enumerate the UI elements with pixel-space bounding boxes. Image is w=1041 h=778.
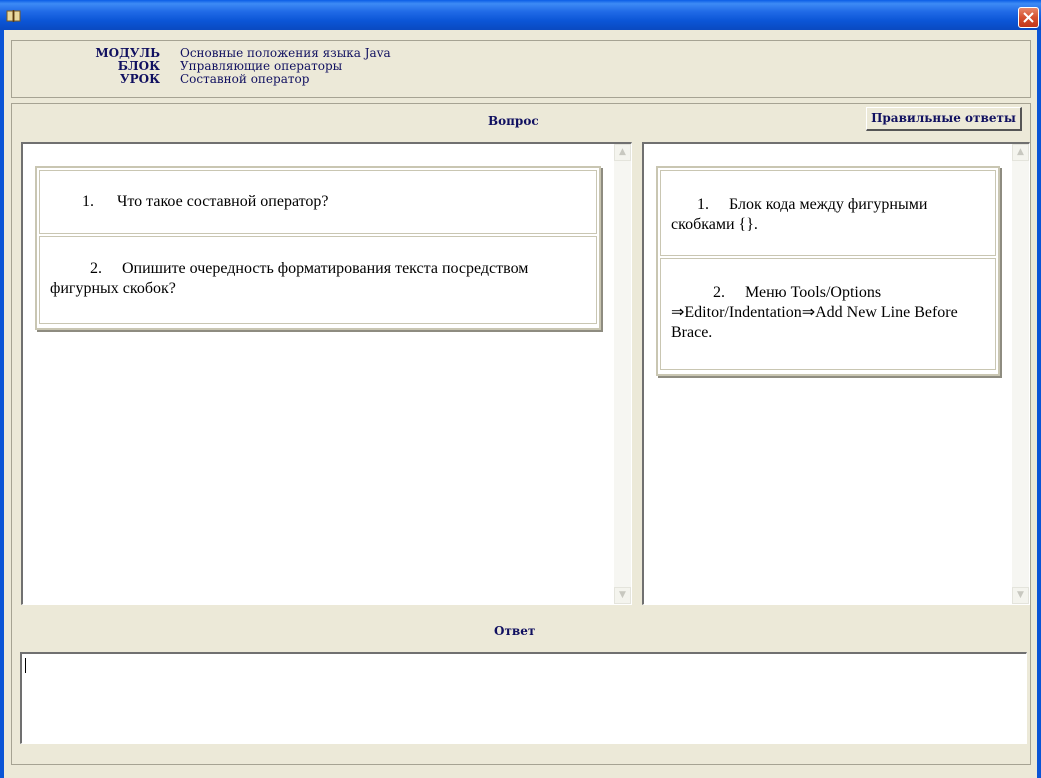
questions-scrollbar[interactable]: ▲ ▼ xyxy=(614,144,631,604)
question-number: 2. xyxy=(90,260,102,277)
answer-title: Ответ xyxy=(494,624,536,638)
question-text: Что такое составной оператор? xyxy=(117,193,329,210)
question-item: 1. Что такое составной оператор? xyxy=(39,170,597,234)
scroll-down-icon[interactable]: ▼ xyxy=(614,587,631,604)
question-text: Опишите очередность форматирования текст… xyxy=(50,260,529,297)
right-answers-button[interactable]: Правильные ответы xyxy=(866,107,1022,131)
text-caret xyxy=(25,658,26,673)
header-labels: МОДУЛЬ БЛОК УРОК xyxy=(82,47,160,86)
answers-scrollbar[interactable]: ▲ ▼ xyxy=(1012,144,1029,604)
answer-text: Блок кода между фигурными скобками {}. xyxy=(671,196,928,233)
book-icon xyxy=(6,8,22,22)
scroll-up-icon[interactable]: ▲ xyxy=(1012,144,1029,161)
question-title: Вопрос xyxy=(488,114,539,128)
lesson-header: МОДУЛЬ БЛОК УРОК Основные положения язык… xyxy=(11,40,1031,98)
lesson-value: Составной оператор xyxy=(180,72,310,86)
scroll-up-icon[interactable]: ▲ xyxy=(614,144,631,161)
answer-input[interactable] xyxy=(20,652,1027,744)
answers-table: 1. Блок кода между фигурными скобками {}… xyxy=(656,166,1000,376)
correct-answers-pane[interactable]: 1. Блок кода между фигурными скобками {}… xyxy=(642,142,1030,605)
header-values: Основные положения языка Java Управляющи… xyxy=(180,47,391,86)
lesson-label: УРОК xyxy=(119,72,160,86)
question-item: 2. Опишите очередность форматирования те… xyxy=(39,236,597,324)
close-icon xyxy=(1023,12,1034,23)
close-button[interactable] xyxy=(1018,7,1039,28)
title-bar xyxy=(0,0,1041,30)
answer-item: 2. Меню Tools/Options ⇒Editor/Indentatio… xyxy=(660,258,996,370)
questions-table: 1. Что такое составной оператор? 2. Опиши… xyxy=(35,166,601,330)
scroll-down-icon[interactable]: ▼ xyxy=(1012,587,1029,604)
questions-pane[interactable]: 1. Что такое составной оператор? 2. Опиши… xyxy=(21,142,632,605)
answer-number: 2. xyxy=(713,284,725,301)
answer-number: 1. xyxy=(697,196,709,213)
question-number: 1. xyxy=(82,193,94,210)
answer-item: 1. Блок кода между фигурными скобками {}… xyxy=(660,170,996,256)
